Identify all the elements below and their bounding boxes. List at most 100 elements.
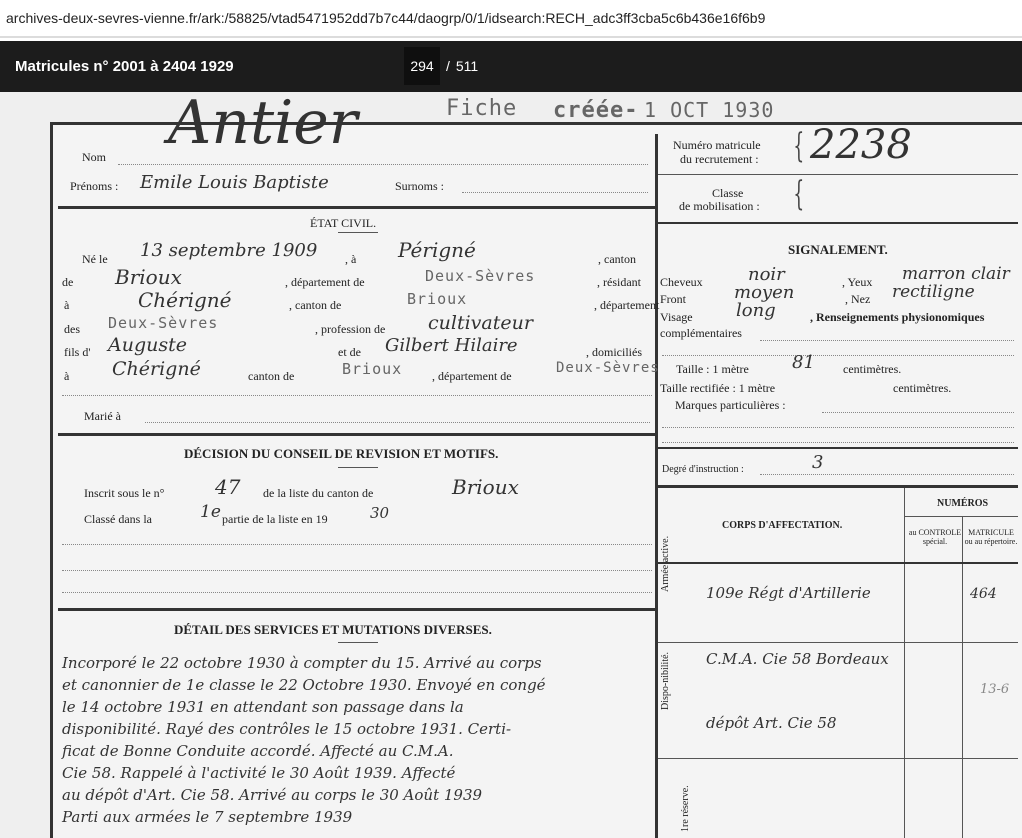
marques-line-3 (662, 442, 1014, 443)
visage-value: long (736, 300, 776, 321)
reserve-label: 1re réserve. (680, 785, 691, 832)
stamp-creee: créée- (553, 98, 639, 123)
numero-value: 2238 (810, 122, 912, 168)
centimetres-label: centimètres. (843, 362, 902, 376)
nez-value: rectiligne (892, 282, 975, 302)
marques-line-2 (662, 427, 1014, 428)
a2-label: à (64, 298, 70, 312)
domicile-value: Chérigné (112, 358, 201, 380)
detail-heading: DÉTAIL DES SERVICES ET MUTATIONS DIVERSE… (174, 622, 492, 637)
complementaires-label: complémentaires (660, 326, 742, 340)
detail-underline (338, 642, 378, 643)
corps-2-note: 13-6 (980, 682, 1010, 697)
decision-line-1 (62, 544, 652, 545)
services-line-8: Parti aux armées le 7 septembre 1939 (62, 808, 353, 826)
armee-active-label: Armée active. (660, 535, 671, 592)
section-rule-2 (58, 433, 656, 436)
ne-lieu-value: Périgné (398, 238, 476, 262)
marques-label: Marques particulières : (675, 398, 786, 412)
numero-label-2: du recrutement : (680, 152, 759, 166)
stamp-date: 1 OCT 1930 (644, 98, 775, 122)
page-navigator: / 511 (404, 47, 478, 85)
renseignements-label: , Renseignements physionomiques (810, 310, 985, 324)
disponibilite-label: Dispo-nibilité. (660, 651, 671, 710)
decision-line-2 (62, 570, 652, 571)
numeros-label: NUMÉROS (937, 498, 989, 509)
degre-value: 3 (812, 452, 824, 473)
current-page-input[interactable] (404, 47, 440, 85)
decision-line-3 (62, 592, 652, 593)
fils-value: Auguste (108, 334, 187, 356)
visage-label: Visage (660, 310, 693, 324)
document-viewport[interactable]: Fiche créée- 1 OCT 1930 Nom Antier Préno… (0, 92, 1022, 838)
inscrit-label: Inscrit sous le n° (84, 486, 165, 500)
canton-label: , canton (598, 252, 636, 266)
corps-2-value: C.M.A. Cie 58 Bordeaux (706, 650, 889, 668)
domicile-canton: Brioux (342, 360, 403, 378)
signalement-rule (658, 447, 1018, 449)
profession-value: cultivateur (428, 312, 533, 334)
nom-label: Nom (82, 150, 106, 164)
residant-label: , résidant (597, 275, 641, 289)
numero-rule (658, 174, 1018, 175)
canton-de-label-2: canton de (248, 369, 295, 383)
departement-value-2: Deux-Sèvres (108, 314, 219, 332)
yeux-label: , Yeux (842, 275, 873, 289)
decision-heading: DÉCISION DU CONSEIL DE REVISION ET MOTIF… (184, 446, 499, 461)
departement-label: , département de (285, 275, 365, 289)
partie-label: partie de la liste en 19 (222, 512, 328, 526)
address-bar[interactable]: archives-deux-sevres-vienne.fr/ark:/5882… (0, 0, 1022, 38)
complementaires-line (760, 340, 1014, 341)
matricule-repertoire-label: MATRICULE ou au répertoire. (964, 528, 1018, 546)
address-bar-divider (0, 36, 1022, 38)
numeros-sub-divider (962, 516, 963, 838)
marques-line (822, 412, 1014, 413)
surnoms-line (462, 192, 648, 193)
corps-1-value: 109e Régt d'Artillerie (706, 584, 871, 602)
classe-dans-label: Classé dans la (84, 512, 152, 526)
url-text[interactable]: archives-deux-sevres-vienne.fr/ark:/5882… (6, 10, 766, 26)
blank-line-1 (62, 395, 652, 396)
classe-rule (658, 222, 1018, 224)
degre-label: Degré d'instruction : (662, 464, 744, 475)
marie-label: Marié à (84, 409, 121, 423)
matricule-1-value: 464 (970, 586, 997, 602)
corps-row-rule-1 (658, 642, 1018, 643)
corps-3-value: dépôt Art. Cie 58 (706, 714, 837, 732)
et-de-label: et de (338, 345, 361, 359)
liste-canton-label: de la liste du canton de (263, 486, 374, 500)
classe-label-2: de mobilisation : (679, 199, 760, 213)
page-separator: / (446, 58, 450, 74)
canton-de-label: , canton de (289, 298, 342, 312)
numero-label-1: Numéro matricule (673, 138, 761, 152)
numeros-col-divider (904, 488, 905, 838)
a3-label: à (64, 369, 70, 383)
document-title: Matricules n° 2001 à 2404 1929 (15, 58, 234, 75)
departement-value: Deux-Sèvres (425, 267, 536, 285)
des-label: des (64, 322, 80, 336)
departement-label-2: , département (594, 298, 660, 312)
cheveux-label: Cheveux (660, 275, 703, 289)
marie-line (145, 422, 650, 423)
domicilies-label: , domiciliés (586, 345, 642, 359)
au-controle-label: au CONTROLE spécial. (908, 528, 962, 546)
de-label: de (62, 275, 74, 289)
nom-line (118, 164, 648, 165)
degre-rule (658, 485, 1018, 488)
fils-label: fils d' (64, 345, 91, 359)
nez-label: , Nez (845, 292, 871, 306)
services-line-5: ficat de Bonne Conduite accordé. Affecté… (62, 742, 454, 760)
canton-value: Brioux (115, 265, 182, 289)
centimetres-label-2: centimètres. (893, 381, 952, 395)
front-label: Front (660, 292, 687, 306)
degre-line (760, 474, 1014, 475)
services-line-2: et canonnier de 1e classe le 22 Octobre … (62, 676, 546, 694)
signalement-heading: SIGNALEMENT. (788, 242, 888, 257)
partie-value: 30 (370, 504, 390, 522)
departement-label-3: , département de (432, 369, 512, 383)
section-rule-3 (58, 608, 656, 611)
taille-rectifiee-label: Taille rectifiée : 1 mètre (660, 381, 776, 395)
taille-value: 81 (792, 352, 815, 373)
prenoms-label: Prénoms : (70, 179, 119, 193)
prenoms-value: Emile Louis Baptiste (140, 172, 329, 193)
